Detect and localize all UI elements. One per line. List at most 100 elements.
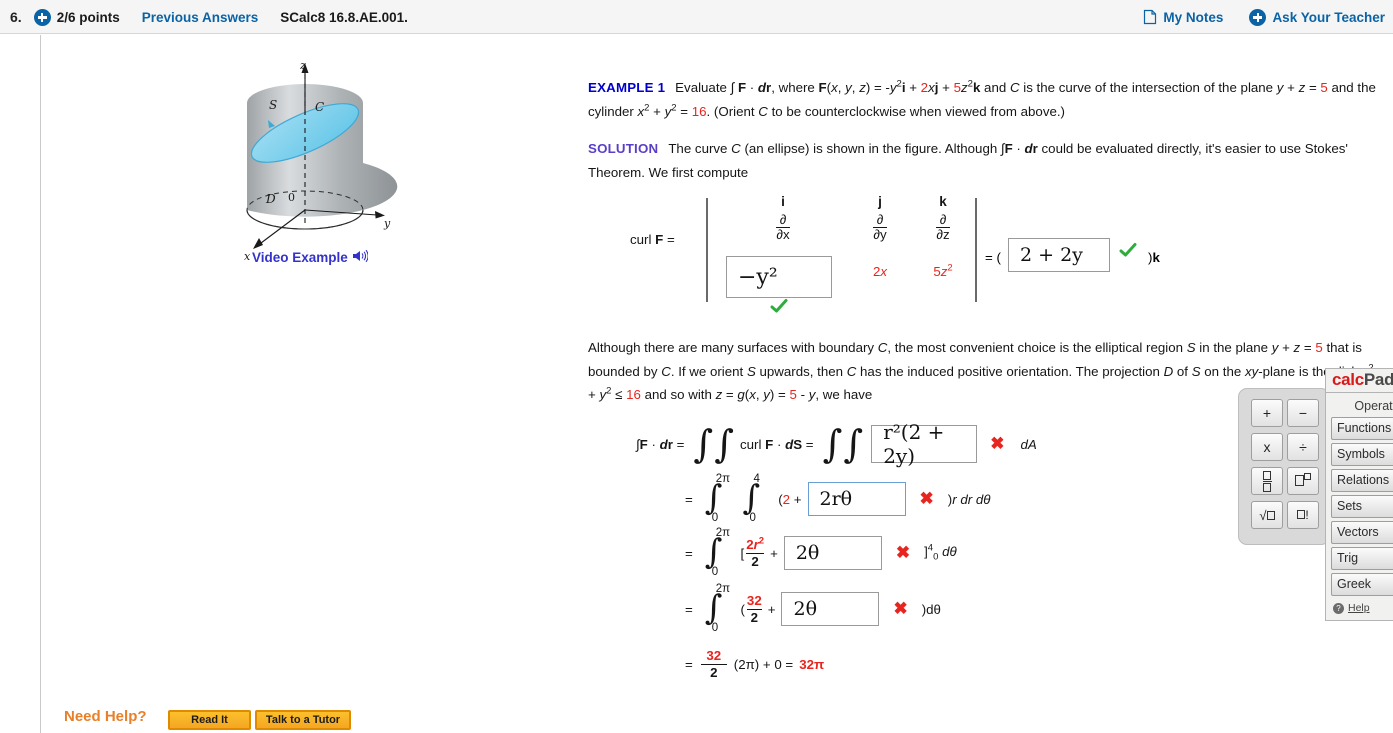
eq3-frac-num: 2r2 [746, 535, 765, 552]
eq4-upper-limit: 2π [715, 583, 731, 596]
ask-your-teacher-button[interactable]: Ask Your Teacher [1249, 8, 1385, 26]
partial-dx-den: ∂x [776, 227, 790, 242]
note-page-icon [1143, 9, 1157, 25]
calcpad-multiply-button[interactable]: x [1251, 433, 1283, 461]
calcpad-factorial-button[interactable]: ! [1287, 501, 1319, 529]
correct-check-icon-curl-k [1119, 242, 1137, 264]
plus-circle-icon [1249, 8, 1267, 26]
equation-line-5: = 32 2 (2π) + 0 = 32π [685, 648, 824, 681]
eq3-trailing: ]40 dθ [924, 542, 957, 563]
calcpad-relations-button[interactable]: Relations [1331, 469, 1393, 492]
calcpad-sets-button[interactable]: Sets [1331, 495, 1393, 518]
curl-determinant-block: curl F = i ∂ ∂x j ∂ ∂y 2x k ∂ ∂z 5z2 −y²… [630, 190, 1190, 320]
video-example-link[interactable]: Video Example [252, 249, 392, 266]
points-label: 2/6 points [56, 9, 120, 25]
question-code: SCalc8 16.8.AE.001. [280, 9, 408, 25]
eq4-equals: = [685, 601, 693, 617]
answer-input-eq3[interactable]: 2θ [783, 536, 882, 570]
eq2-prefix: (2 + [778, 491, 802, 507]
video-example-label: Video Example [252, 250, 348, 265]
eq2-upper-limit-2: 4 [753, 473, 760, 486]
my-notes-label: My Notes [1163, 9, 1224, 25]
calcpad-minus-button[interactable]: − [1287, 399, 1319, 427]
talk-to-a-tutor-button[interactable]: Talk to a Tutor [255, 710, 351, 730]
eq2-lower-limit-1: 0 [711, 512, 719, 525]
correct-check-icon-curl-i [770, 298, 788, 320]
eq3-open-bracket: [ [740, 545, 745, 561]
answer-input-eq2[interactable]: 2rθ [807, 482, 906, 516]
double-integral-icon: ∫ [693, 421, 714, 466]
calcpad-title-pad: Pad [1363, 370, 1393, 389]
incorrect-x-icon-eq2: ✖ [919, 489, 934, 508]
page-root: 6. 2/6 points Previous Answers SCalc8 16… [0, 0, 1393, 733]
eq2-lower-limit-2: 0 [749, 512, 756, 525]
header-left-group: 6. 2/6 points Previous Answers SCalc8 16… [10, 0, 408, 34]
header-right-group: My Notes Ask Your Teacher [1117, 0, 1385, 34]
unit-vector-j: j [878, 194, 882, 209]
determinant-column-i: i ∂ ∂x [738, 194, 828, 242]
solution-label: SOLUTION [588, 141, 659, 156]
calcpad-operations-panel: + − x ÷ √ ! [1238, 388, 1330, 545]
curl-equals-open: = ( [985, 250, 1001, 265]
eq3-upper-limit: 2π [715, 527, 731, 540]
calcpad-exponent-button[interactable] [1287, 467, 1319, 495]
answer-input-curl-i[interactable]: −y² [726, 256, 832, 298]
curl-entry-j: 2x [872, 264, 888, 279]
calcpad-symbols-button[interactable]: Symbols [1331, 443, 1393, 466]
plus-circle-icon [33, 8, 51, 26]
calcpad-trig-button[interactable]: Trig [1331, 547, 1393, 570]
calcpad-plus-button[interactable]: + [1251, 399, 1283, 427]
eq5-equals: = [685, 657, 693, 672]
stokes-theorem-figure: z y x S C D 0 [225, 55, 425, 270]
eq5-frac-den: 2 [700, 664, 727, 681]
left-rail-divider [40, 35, 41, 733]
read-it-button[interactable]: Read It [168, 710, 251, 730]
eq4-trailing: )dθ [921, 601, 941, 617]
calcpad-sqrt-button[interactable]: √ [1251, 501, 1283, 529]
fraction-icon [1262, 470, 1272, 492]
partial-dy: ∂ ∂y [873, 213, 887, 242]
my-notes-button[interactable]: My Notes [1143, 9, 1223, 25]
calcpad-help-link[interactable]: ? Help [1331, 599, 1393, 615]
integral-with-limits: ∫ 2π 0 [704, 473, 731, 525]
answer-input-curl-k[interactable]: 2 + 2y [1008, 238, 1110, 272]
eq2-trailing: )r dr dθ [947, 491, 991, 507]
eq5-frac-num: 32 [706, 648, 722, 663]
svg-text:z: z [299, 59, 306, 72]
exponent-icon [1295, 473, 1311, 489]
partial-dz-num: ∂ [939, 212, 947, 227]
curl-entry-k: 5z2 [933, 262, 953, 279]
calcpad-body: Operations Functions Symbols Relations S… [1325, 392, 1393, 621]
double-integral-icon: ∫ [822, 421, 843, 466]
square-root-icon: √ [1259, 508, 1275, 523]
calcpad-fraction-button[interactable] [1251, 467, 1283, 495]
factorial-icon: ! [1297, 508, 1309, 522]
incorrect-x-icon-eq4: ✖ [893, 599, 908, 618]
eq4-fraction: 32 2 [746, 593, 762, 626]
equation-line-3: = ∫ 2π 0 [ 2r2 2 + 2θ ✖ ]40 dθ [685, 528, 957, 579]
calcpad-vectors-button[interactable]: Vectors [1331, 521, 1393, 544]
svg-text:y: y [383, 217, 391, 230]
answer-input-eq1[interactable]: r²(2 + 2y) [871, 420, 978, 468]
speaker-icon [352, 249, 369, 266]
solution-paragraph: SOLUTION The curve C (an ellipse) is show… [588, 141, 1348, 180]
calcpad-operations-label: Operations [1354, 399, 1393, 413]
curl-f-label: curl F = [630, 232, 675, 247]
answer-input-eq4[interactable]: 2θ [781, 592, 880, 626]
partial-dz-den: ∂z [936, 227, 950, 242]
eq3-lower-limit: 0 [711, 566, 719, 579]
svg-text:0: 0 [288, 191, 295, 204]
eq3-frac-den: 2 [746, 552, 765, 570]
incorrect-x-icon-eq1: ✖ [990, 434, 1005, 453]
calcpad-functions-button[interactable]: Functions [1331, 417, 1393, 440]
eq3-plus: + [770, 545, 778, 561]
integral-with-limits: ∫ 4 0 [742, 473, 761, 525]
previous-answers-link[interactable]: Previous Answers [142, 10, 259, 25]
calcpad-help-label: Help [1348, 602, 1370, 614]
eq1-lhs: ∫F · dr = [636, 436, 685, 452]
equation-line-2: = ∫ 2π 0 ∫ 4 0 (2 + 2rθ ✖ )r dr dθ [685, 473, 991, 525]
calcpad-greek-button[interactable]: Greek [1331, 573, 1393, 596]
eq4-lower-limit: 0 [711, 622, 719, 635]
calcpad-divide-button[interactable]: ÷ [1287, 433, 1319, 461]
eq3-fraction: 2r2 2 [746, 535, 765, 570]
